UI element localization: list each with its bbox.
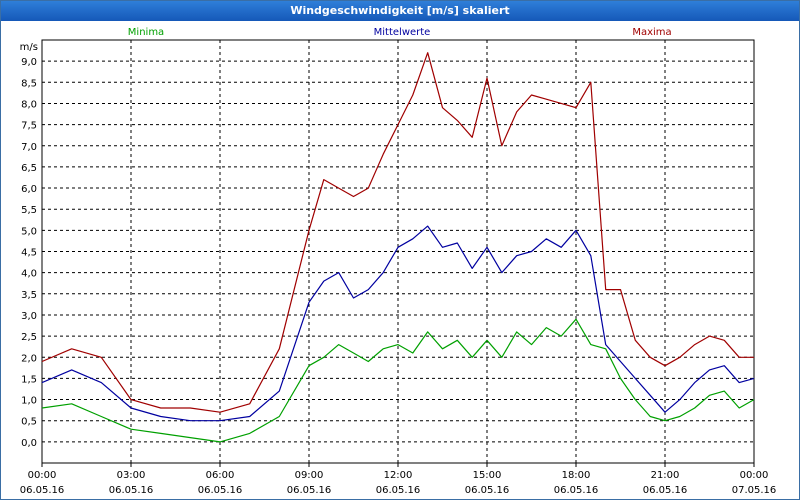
y-tick-label: 5,5 xyxy=(21,205,37,216)
y-tick-label: 9,0 xyxy=(21,57,37,68)
x-tick-time: 18:00 xyxy=(562,470,591,481)
x-tick-date: 06.05.16 xyxy=(643,485,688,496)
grid xyxy=(42,40,754,463)
y-tick-label: 6,0 xyxy=(21,184,37,195)
x-tick-date: 07.05.16 xyxy=(732,485,777,496)
y-tick-label: 1,0 xyxy=(21,396,37,407)
x-tick-time: 09:00 xyxy=(295,470,324,481)
wind-speed-chart: m/s 0,0 0,5 1,0 1,5 2,0 2,5 3,0 3,5 4,0 4,5 5,0 5,5… xyxy=(20,27,777,496)
y-tick-label: 3,5 xyxy=(21,290,37,301)
legend-mittelwerte: Mittelwerte xyxy=(374,27,431,38)
y-tick-label: 6,5 xyxy=(21,163,37,174)
x-tick-time: 00:00 xyxy=(740,470,769,481)
x-tick-date: 06.05.16 xyxy=(554,485,599,496)
y-tick-label: 7,0 xyxy=(21,142,37,153)
y-tick-labels: 0,0 0,5 1,0 1,5 2,0 2,5 3,0 3,5 4,0 4,5 5,0 5,5 6,0 6… xyxy=(21,57,37,449)
x-tick-labels: 00:00 06.05.16 03:00 06.05.16 06:00 06.05.16 0… xyxy=(20,463,777,496)
y-tick-label: 2,0 xyxy=(21,353,37,364)
y-tick-label: 8,0 xyxy=(21,99,37,110)
legend-minima: Minima xyxy=(128,27,164,38)
x-tick-time: 15:00 xyxy=(473,470,502,481)
y-tick-label: 3,0 xyxy=(21,311,37,322)
y-tick-label: 8,5 xyxy=(21,78,37,89)
x-tick-time: 00:00 xyxy=(28,470,57,481)
y-tick-label: 4,5 xyxy=(21,248,37,259)
y-tick-label: 2,5 xyxy=(21,332,37,343)
legend: Minima Mittelwerte Maxima xyxy=(128,27,672,38)
y-tick-label: 0,0 xyxy=(21,438,37,449)
y-tick-label: 0,5 xyxy=(21,417,37,428)
y-axis-label: m/s xyxy=(20,42,38,53)
x-tick-date: 06.05.16 xyxy=(109,485,154,496)
x-tick-time: 03:00 xyxy=(117,470,146,481)
x-tick-date: 06.05.16 xyxy=(465,485,510,496)
x-tick-time: 12:00 xyxy=(384,470,413,481)
series-line-minima xyxy=(41,318,755,443)
x-tick-time: 06:00 xyxy=(206,470,235,481)
y-tick-label: 7,5 xyxy=(21,121,37,132)
x-tick-date: 06.05.16 xyxy=(287,485,332,496)
y-tick-label: 4,0 xyxy=(21,269,37,280)
y-tick-label: 1,5 xyxy=(21,374,37,385)
legend-maxima: Maxima xyxy=(632,27,671,38)
x-tick-date: 06.05.16 xyxy=(198,485,243,496)
x-tick-date: 06.05.16 xyxy=(20,485,65,496)
y-tick-label: 5,0 xyxy=(21,226,37,237)
x-tick-time: 21:00 xyxy=(651,470,680,481)
x-tick-date: 06.05.16 xyxy=(376,485,421,496)
